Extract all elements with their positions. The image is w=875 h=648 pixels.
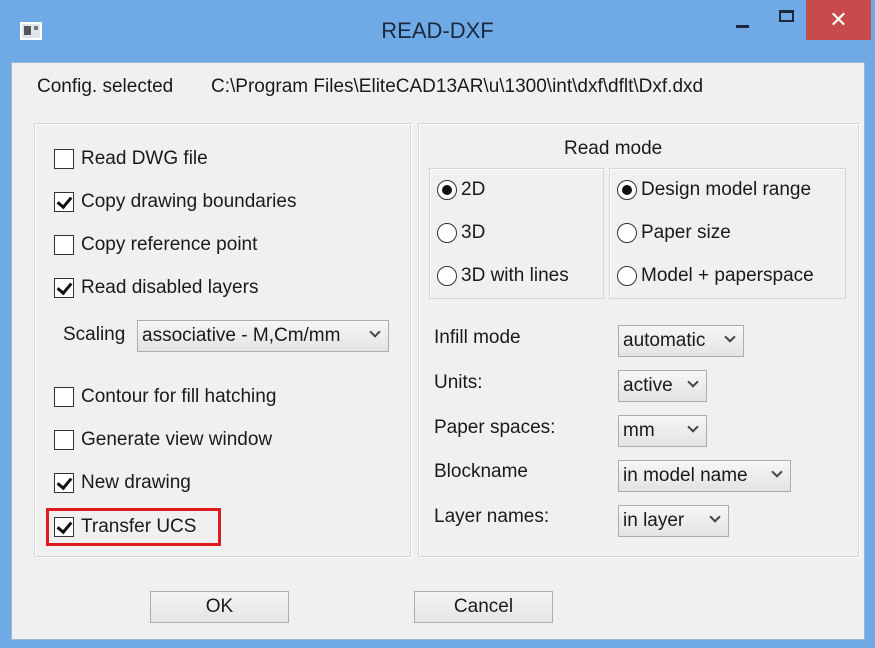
read-mode-title: Read mode bbox=[564, 138, 663, 159]
radio-2d[interactable]: 2D bbox=[437, 179, 485, 201]
radio-design-model-range-label: Design model range bbox=[641, 179, 812, 200]
config-label: Config. selected bbox=[37, 76, 174, 97]
radio-paper-size[interactable]: Paper size bbox=[617, 222, 731, 244]
minimize-icon bbox=[735, 24, 749, 28]
chevron-down-icon bbox=[772, 468, 782, 478]
new-drawing-label: New drawing bbox=[81, 472, 191, 493]
title-bar[interactable]: READ-DXF ✕ bbox=[0, 0, 875, 62]
checkbox-unchecked-icon bbox=[54, 235, 74, 255]
scaling-select[interactable]: associative - M,Cm/mm bbox=[137, 320, 389, 352]
radio-design-model-range[interactable]: Design model range bbox=[617, 179, 811, 201]
radio-3d-with-lines[interactable]: 3D with lines bbox=[437, 265, 569, 287]
radio-3d-label: 3D bbox=[461, 222, 486, 243]
highlight-box bbox=[46, 508, 221, 546]
radio-3d-with-lines-label: 3D with lines bbox=[461, 265, 569, 286]
read-dwg-checkbox[interactable]: Read DWG file bbox=[54, 148, 208, 170]
units-label: Units: bbox=[434, 372, 483, 393]
options-group: Read DWG file Copy drawing boundaries Co… bbox=[34, 123, 411, 557]
layer-names-select[interactable]: in layer bbox=[618, 505, 729, 537]
close-icon: ✕ bbox=[829, 7, 848, 32]
contour-fill-checkbox[interactable]: Contour for fill hatching bbox=[54, 386, 276, 408]
checkbox-unchecked-icon bbox=[54, 149, 74, 169]
config-path: C:\Program Files\EliteCAD13AR\u\1300\int… bbox=[211, 76, 704, 97]
checkbox-unchecked-icon bbox=[54, 430, 74, 450]
radio-unselected-icon bbox=[617, 223, 637, 243]
contour-fill-label: Contour for fill hatching bbox=[81, 386, 277, 407]
checkbox-checked-icon bbox=[54, 278, 74, 298]
cancel-button[interactable]: Cancel bbox=[414, 591, 553, 623]
view-window-checkbox[interactable]: Generate view window bbox=[54, 429, 272, 451]
radio-unselected-icon bbox=[437, 223, 457, 243]
scaling-value: associative - M,Cm/mm bbox=[142, 325, 341, 346]
radio-selected-icon bbox=[617, 180, 637, 200]
radio-model-paperspace-label: Model + paperspace bbox=[641, 265, 814, 286]
dialog-window: READ-DXF ✕ Config. selected C:\Program F… bbox=[0, 0, 875, 648]
blockname-value: in model name bbox=[623, 465, 748, 486]
infill-mode-select[interactable]: automatic bbox=[618, 325, 744, 357]
minimize-button[interactable] bbox=[724, 0, 760, 40]
new-drawing-checkbox[interactable]: New drawing bbox=[54, 472, 191, 494]
paper-spaces-value: mm bbox=[623, 420, 655, 441]
paper-spaces-select[interactable]: mm bbox=[618, 415, 707, 447]
blockname-select[interactable]: in model name bbox=[618, 460, 791, 492]
infill-mode-value: automatic bbox=[623, 330, 706, 351]
copy-boundaries-label: Copy drawing boundaries bbox=[81, 191, 297, 212]
chevron-down-icon bbox=[710, 513, 720, 523]
copy-reference-point-checkbox[interactable]: Copy reference point bbox=[54, 234, 257, 256]
radio-model-paperspace[interactable]: Model + paperspace bbox=[617, 265, 814, 287]
layer-names-label: Layer names: bbox=[434, 506, 550, 527]
maximize-button[interactable] bbox=[768, 0, 804, 40]
blockname-label: Blockname bbox=[434, 461, 528, 482]
dimension-options: 2D 3D 3D with lines bbox=[429, 168, 604, 299]
read-mode-group: Read mode 2D 3D 3D with lines Design mod… bbox=[418, 123, 859, 557]
copy-reference-point-label: Copy reference point bbox=[81, 234, 258, 255]
read-disabled-layers-label: Read disabled layers bbox=[81, 277, 259, 298]
units-value: active bbox=[623, 375, 673, 396]
dialog-body: Config. selected C:\Program Files\EliteC… bbox=[11, 62, 865, 640]
chevron-down-icon bbox=[370, 328, 380, 338]
view-window-label: Generate view window bbox=[81, 429, 273, 450]
infill-mode-label: Infill mode bbox=[434, 327, 521, 348]
read-disabled-layers-checkbox[interactable]: Read disabled layers bbox=[54, 277, 258, 299]
units-select[interactable]: active bbox=[618, 370, 707, 402]
space-options: Design model range Paper size Model + pa… bbox=[609, 168, 846, 299]
chevron-down-icon bbox=[725, 333, 735, 343]
layer-names-value: in layer bbox=[623, 510, 685, 531]
close-button[interactable]: ✕ bbox=[806, 0, 871, 40]
paper-spaces-label: Paper spaces: bbox=[434, 417, 556, 438]
ok-button[interactable]: OK bbox=[150, 591, 289, 623]
radio-selected-icon bbox=[437, 180, 457, 200]
radio-3d[interactable]: 3D bbox=[437, 222, 485, 244]
maximize-icon bbox=[778, 10, 794, 22]
checkbox-checked-icon bbox=[54, 473, 74, 493]
radio-2d-label: 2D bbox=[461, 179, 486, 200]
radio-unselected-icon bbox=[617, 266, 637, 286]
radio-unselected-icon bbox=[437, 266, 457, 286]
scaling-label: Scaling bbox=[63, 324, 126, 345]
copy-boundaries-checkbox[interactable]: Copy drawing boundaries bbox=[54, 191, 296, 213]
chevron-down-icon bbox=[688, 423, 698, 433]
radio-paper-size-label: Paper size bbox=[641, 222, 731, 243]
checkbox-checked-icon bbox=[54, 192, 74, 212]
checkbox-unchecked-icon bbox=[54, 387, 74, 407]
read-dwg-label: Read DWG file bbox=[81, 148, 208, 169]
chevron-down-icon bbox=[688, 378, 698, 388]
